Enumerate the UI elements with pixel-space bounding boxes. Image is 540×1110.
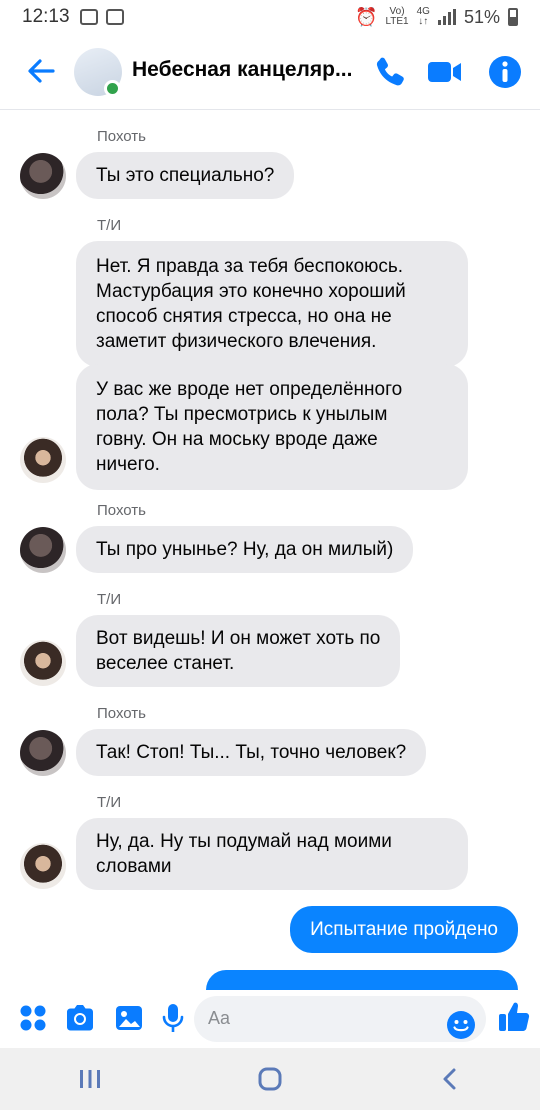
screenshot-icon — [79, 9, 98, 25]
apps-icon[interactable] — [17, 1002, 49, 1034]
message-bubble[interactable]: Нет. Я правда за тебя беспокоюсь. Мастур… — [76, 241, 468, 367]
chat-header: Небесная канцеляр... — [0, 34, 540, 110]
gallery-icon[interactable] — [113, 1002, 145, 1034]
message-line: словами — [96, 856, 172, 877]
messenger-screen: 12:13 ⏰ Vo) LTE1 4G ↓↑ 51% Небесная канцел… — [0, 0, 540, 1110]
system-navigation-bar — [0, 1048, 540, 1110]
sender-name: Т/И — [97, 794, 122, 811]
message-bubble[interactable]: Вот видешь! И он может хоть по веселее с… — [76, 615, 401, 687]
message-input-placeholder: Aa — [208, 1008, 231, 1028]
volte-bottom: LTE1 — [385, 16, 409, 27]
status-bar: 12:13 ⏰ Vo) LTE1 4G ↓↑ 51% — [0, 0, 540, 34]
message-bubble[interactable]: Ты это специально? — [76, 152, 295, 199]
message-line: веселее станет. — [96, 653, 235, 674]
message-bubble[interactable]: Ты про унынье? Ну, да он милый) — [76, 526, 414, 573]
camera-icon[interactable] — [64, 1002, 96, 1034]
message-line: У вас же вроде нет определённого — [96, 379, 403, 400]
video-camera-icon[interactable] — [427, 54, 463, 90]
battery-percent: 51% — [463, 6, 500, 27]
volte-indicator: Vo) LTE1 — [385, 7, 408, 27]
home-icon — [258, 1067, 282, 1091]
message-bubble[interactable]: У вас же вроде нет определённого пола? Т… — [76, 364, 468, 490]
phone-icon[interactable] — [372, 54, 408, 90]
message-line: заметит физического влечения. — [96, 331, 377, 352]
message-line: Мастурбация это конечно хороший — [96, 281, 406, 302]
like-icon[interactable] — [497, 1000, 531, 1034]
microphone-icon[interactable] — [157, 1002, 189, 1034]
message-bubble[interactable]: Ну, да. Ну ты подумай над моими словами — [76, 818, 468, 890]
avatar-pohot[interactable] — [20, 527, 66, 573]
message-line: Ну, да. Ну ты подумай над моими — [96, 831, 392, 852]
emoji-icon[interactable] — [446, 1010, 476, 1040]
4g-indicator: 4G ↓↑ — [417, 7, 430, 27]
sender-name: Похоть — [97, 128, 146, 145]
message-line: Ты про унынье? Ну, да он милый) — [96, 539, 394, 560]
sender-name: Похоть — [97, 502, 146, 519]
home-button[interactable] — [240, 1059, 300, 1099]
message-line: пола? Ты пресмотрись к унылым — [96, 404, 388, 425]
message-line: Так! Стоп! Ты... Ты, точно человек? — [96, 742, 407, 763]
message-line: Нет. Я правда за тебя беспокоюсь. — [96, 256, 404, 277]
status-right: ⏰ Vo) LTE1 4G ↓↑ 51% — [355, 7, 518, 28]
back-arrow-icon[interactable] — [26, 56, 56, 86]
sender-name: Т/И — [97, 591, 122, 608]
message-input[interactable]: Aa — [194, 996, 486, 1042]
battery-icon — [508, 8, 518, 26]
avatar-pohot[interactable] — [20, 730, 66, 776]
image-notification-icon — [105, 9, 124, 25]
message-line: ничего. — [96, 454, 160, 475]
status-time: 12:13 — [22, 6, 70, 27]
chat-title[interactable]: Небесная канцеляр... — [132, 58, 360, 82]
avatar-pohot[interactable] — [20, 153, 66, 199]
recent-apps-icon — [80, 1070, 100, 1088]
sender-name: Т/И — [97, 217, 122, 234]
signal-icon — [437, 9, 456, 25]
alarm-icon: ⏰ — [355, 6, 378, 27]
message-line: Ты это специально? — [96, 165, 275, 186]
recent-apps-button[interactable] — [60, 1059, 120, 1099]
4g-bottom: ↓↑ — [418, 16, 429, 27]
avatar-ti[interactable] — [20, 437, 66, 483]
back-button[interactable] — [420, 1059, 480, 1099]
info-icon[interactable] — [487, 54, 523, 90]
message-line: Вот видешь! И он может хоть по — [96, 628, 381, 649]
message-line: говну. Он на моську вроде даже — [96, 429, 378, 450]
message-line: Испытание пройдено — [310, 919, 498, 940]
outgoing-message-bubble-partial[interactable] — [206, 970, 518, 991]
message-thread[interactable]: Похоть Ты это специально? Т/И Нет. Я пра… — [0, 111, 540, 991]
sender-name: Похоть — [97, 705, 146, 722]
back-icon — [443, 1068, 456, 1090]
avatar-ti[interactable] — [20, 640, 66, 686]
message-bubble[interactable]: Так! Стоп! Ты... Ты, точно человек? — [76, 729, 427, 776]
avatar-ti[interactable] — [20, 843, 66, 889]
online-status-dot — [104, 80, 121, 97]
outgoing-message-bubble[interactable]: Испытание пройдено — [290, 906, 518, 953]
message-line: способ снятия стресса, но она не — [96, 306, 392, 327]
